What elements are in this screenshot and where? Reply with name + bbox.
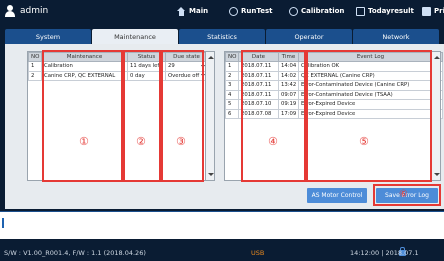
- nav-todayresult[interactable]: Todayresult: [356, 4, 414, 18]
- nav-runtest-label: RunTest: [241, 7, 273, 15]
- highlight-date-time-columns: [241, 50, 306, 182]
- usb-status: USB: [251, 249, 265, 257]
- row-no: 1: [225, 61, 239, 72]
- home-icon: [177, 6, 186, 16]
- row-no: 6: [225, 108, 239, 119]
- highlight-event-log-column: [306, 50, 432, 182]
- row-no: 2: [225, 70, 239, 81]
- marker-5: ⑤: [359, 135, 369, 148]
- col-no: NO: [28, 52, 42, 62]
- user-icon: [5, 5, 15, 17]
- nav-main[interactable]: Main: [177, 4, 208, 18]
- highlight-maintenance-column: [42, 50, 123, 182]
- row-no: 5: [225, 99, 239, 110]
- calibration-icon: [289, 6, 298, 16]
- nav-calibration-label: Calibration: [301, 7, 345, 15]
- nav-calibration[interactable]: Calibration: [289, 4, 344, 18]
- row-no: 1: [28, 61, 42, 72]
- user-menu[interactable]: admin: [5, 4, 48, 18]
- calendar-icon: [356, 6, 365, 16]
- tab-system[interactable]: System: [5, 29, 91, 44]
- nav-main-label: Main: [189, 7, 209, 15]
- nav-print-label: Prin: [434, 7, 444, 15]
- tab-operator[interactable]: Operator: [266, 29, 352, 44]
- user-name: admin: [20, 6, 49, 16]
- nav-runtest[interactable]: RunTest: [229, 4, 272, 18]
- runtest-icon: [229, 6, 238, 16]
- row-no: 2: [28, 70, 42, 81]
- nav-print[interactable]: Prin: [422, 4, 444, 18]
- marker-6: ⑥: [399, 189, 408, 200]
- marker-4: ④: [268, 135, 278, 148]
- date-time: 14:12:00 | 2018.07.1: [350, 249, 419, 257]
- col-no: NO: [225, 52, 239, 62]
- scroll-up-icon[interactable]: [434, 56, 440, 59]
- tab-statistics[interactable]: Statistics: [179, 29, 265, 44]
- as-motor-control-button[interactable]: AS Motor Control: [307, 188, 367, 203]
- version-info: S/W : V1.00_R001.4, F/W : 1.1 (2018.04.2…: [4, 249, 146, 257]
- status-bar: S/W : V1.00_R001.4, F/W : 1.1 (2018.04.2…: [0, 245, 444, 261]
- highlight-status-column: [123, 50, 161, 182]
- scroll-down-icon[interactable]: [208, 173, 214, 176]
- marker-3: ③: [176, 135, 186, 148]
- marker-1: ①: [79, 135, 89, 148]
- maintenance-scrollbar[interactable]: [205, 51, 215, 181]
- top-bar: admin Main RunTest Calibration Todayresu…: [0, 0, 444, 22]
- event-log-scrollbar[interactable]: [431, 51, 441, 181]
- tab-maintenance[interactable]: Maintenance: [92, 29, 178, 44]
- marker-2: ②: [136, 135, 146, 148]
- scroll-down-icon[interactable]: [434, 173, 440, 176]
- print-icon: [422, 6, 431, 16]
- tab-bar: System Maintenance Statistics Operator N…: [5, 29, 444, 44]
- row-no: 4: [225, 89, 239, 100]
- tab-network[interactable]: Network: [353, 29, 439, 44]
- nav-todayresult-label: Todayresult: [368, 7, 414, 15]
- highlight-due-state-column: [161, 50, 204, 182]
- text-cursor: [2, 218, 4, 228]
- scroll-up-icon[interactable]: [208, 56, 214, 59]
- row-no: 3: [225, 80, 239, 91]
- command-input[interactable]: [0, 211, 444, 239]
